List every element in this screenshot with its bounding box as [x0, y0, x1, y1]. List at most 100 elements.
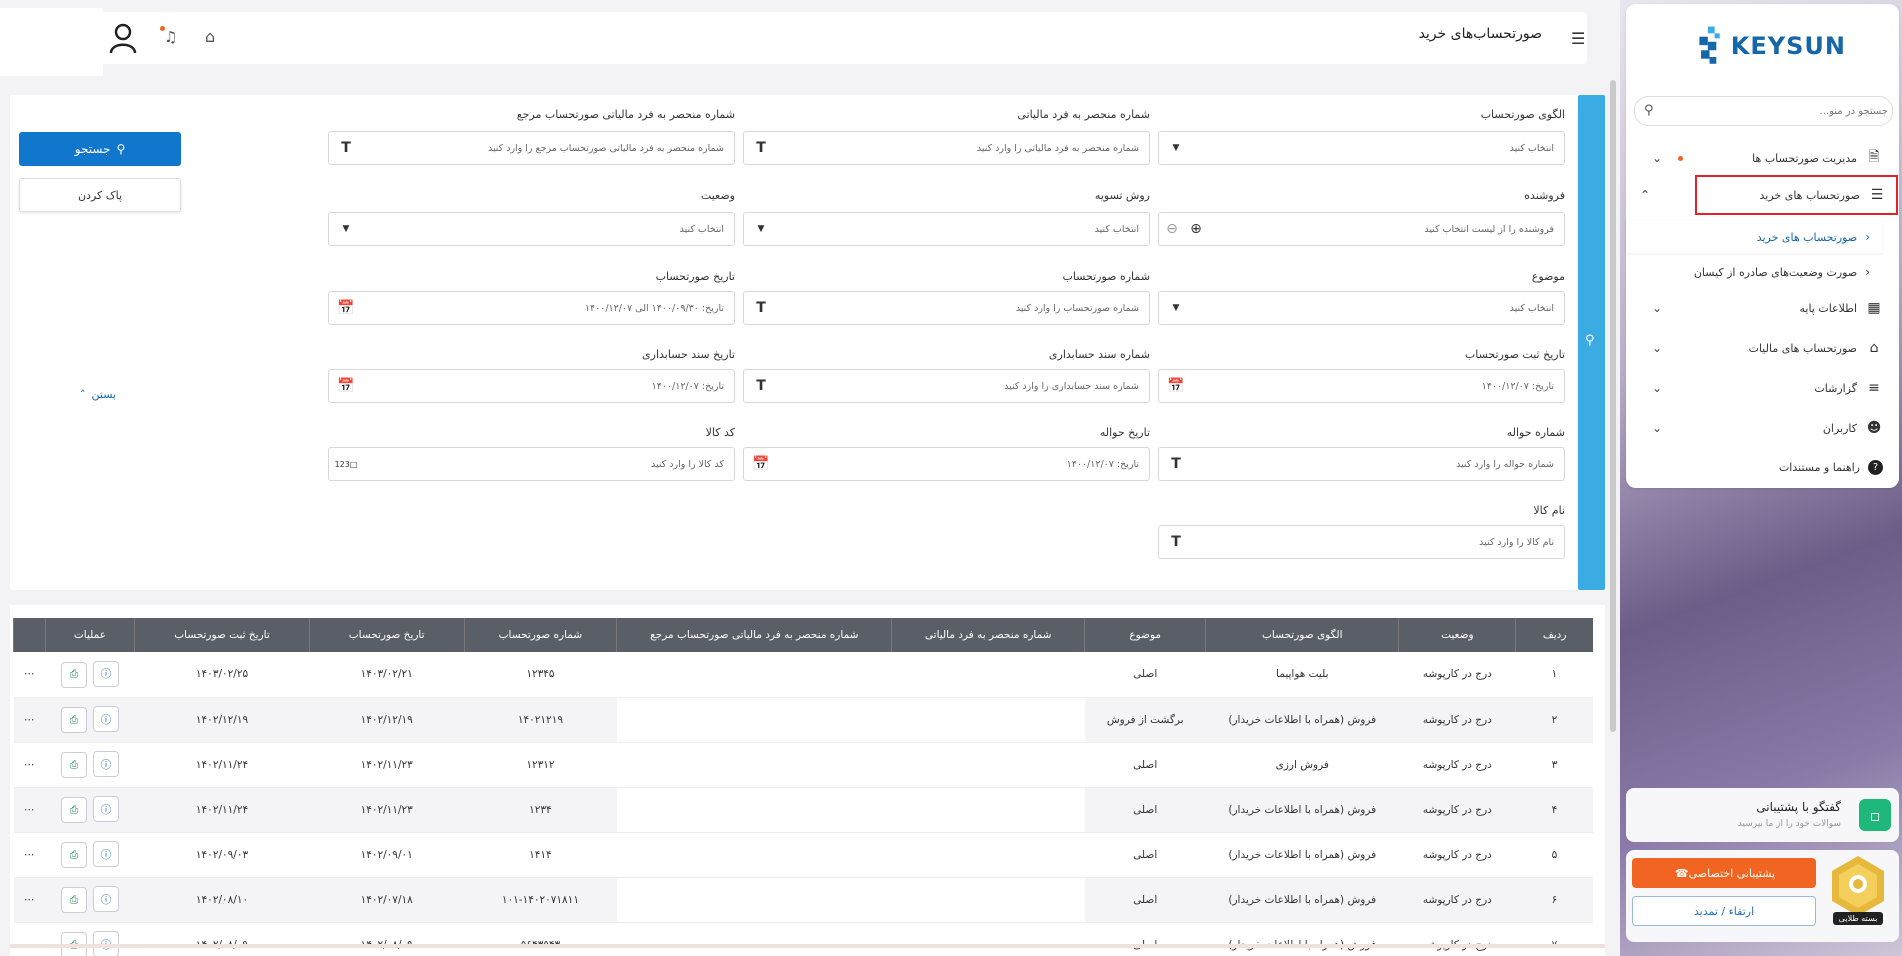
- more-options-icon[interactable]: ⋯: [13, 697, 46, 743]
- column-header-ref-tax-id[interactable]: شماره منحصر به فرد مالیاتی صورتحساب مرجع: [616, 618, 892, 652]
- brand-logo[interactable]: KEYSUN: [1696, 20, 1846, 72]
- column-header-row-number[interactable]: ردیف: [1515, 618, 1593, 652]
- remove-circle-icon[interactable]: ⊖: [1159, 221, 1185, 237]
- sidebar-item-base-info[interactable]: ▦ اطلاعات پایه ⌄: [1634, 290, 1893, 326]
- table-row[interactable]: ۲ درج در کارپوشه فروش (همراه با اطلاعات …: [13, 697, 1593, 743]
- table-row[interactable]: ۶ درج در کارپوشه فروش (همراه با اطلاعات …: [13, 877, 1593, 923]
- bell-icon[interactable]: ♫: [164, 28, 184, 48]
- menu-search-box[interactable]: ⚲: [1634, 96, 1893, 126]
- info-icon[interactable]: ⓘ: [92, 751, 119, 777]
- transfer-date-input[interactable]: تاریخ: ۱۴۰۰/۱۲/۰۷ 📅: [743, 447, 1150, 481]
- tax-id-input[interactable]: شماره منحصر به فرد مالیاتی را وارد کنید …: [743, 131, 1150, 165]
- calendar-icon[interactable]: 📅: [744, 456, 778, 472]
- exclusive-support-button[interactable]: ☎ پشتیبانی اختصاصی: [1632, 858, 1816, 888]
- print-icon[interactable]: ⎙: [60, 887, 87, 913]
- info-icon[interactable]: ⓘ: [92, 706, 119, 732]
- column-header-subject[interactable]: موضوع: [1084, 618, 1206, 652]
- search-button[interactable]: جستجو ⚲: [19, 132, 181, 166]
- cell-ref-tax-id: [616, 877, 892, 923]
- text-type-icon: T: [1171, 456, 1181, 472]
- chevron-down-icon[interactable]: ⌄: [1642, 301, 1662, 315]
- sidebar-item-purchase-invoices[interactable]: ☰ صورتحساب های خرید: [1695, 175, 1898, 215]
- more-options-icon[interactable]: ⋯: [13, 922, 46, 956]
- accounting-doc-date-input[interactable]: تاریخ: ۱۴۰۰/۱۲/۰۷ 📅: [328, 369, 735, 403]
- sidebar-subitem-label: صورت وضعیت‌های صادره از کیسان: [1693, 265, 1858, 279]
- column-header-invoice-number[interactable]: شماره صورتحساب: [463, 618, 617, 652]
- bottom-scroll-track[interactable]: [10, 944, 1605, 948]
- sidebar-item-help[interactable]: ? راهنما و مستندات: [1634, 449, 1893, 485]
- upgrade-renew-button[interactable]: ارتقاء / تمدید: [1632, 896, 1816, 926]
- user-profile-icon[interactable]: [108, 22, 138, 54]
- table-row[interactable]: ۵ درج در کارپوشه فروش (همراه با اطلاعات …: [13, 832, 1593, 878]
- collapse-label: بستن: [91, 388, 117, 401]
- home-icon[interactable]: ⌂: [205, 27, 225, 47]
- more-options-icon[interactable]: ⋯: [13, 652, 46, 698]
- product-name-input[interactable]: نام کالا را وارد کنید T: [1158, 525, 1565, 559]
- table-row[interactable]: ۷ درج در کارپوشه فروش (همراه با اطلاعات …: [13, 922, 1593, 956]
- sidebar-subitem-status-reports[interactable]: ‹ صورت وضعیت‌های صادره از کیسان: [1626, 256, 1882, 288]
- print-icon[interactable]: ⎙: [60, 797, 87, 823]
- page-scrollbar[interactable]: [1610, 80, 1616, 732]
- chevron-down-icon[interactable]: ⌄: [1642, 341, 1662, 355]
- grid-icon: ▦: [1867, 300, 1881, 316]
- accounting-doc-number-input[interactable]: شماره سند حسابداری را وارد کنید T: [743, 369, 1150, 403]
- sidebar-item-users[interactable]: ☻ کاربران ⌄: [1634, 410, 1893, 446]
- more-options-icon[interactable]: ⋯: [13, 832, 46, 878]
- info-icon[interactable]: ⓘ: [92, 660, 119, 687]
- sidebar-item-reports[interactable]: ≡ گزارشات ⌄: [1634, 370, 1893, 406]
- table-row[interactable]: ۳ درج در کارپوشه فروش ارزی اصلی ۱۲۳۱۲ ۱۴…: [13, 742, 1593, 788]
- settlement-method-select[interactable]: انتخاب کنید ▼: [743, 212, 1150, 246]
- info-icon[interactable]: ⓘ: [92, 796, 119, 822]
- invoice-number-input[interactable]: شماره صورتحساب را وارد کنید T: [743, 291, 1150, 325]
- more-options-icon[interactable]: ⋯: [13, 787, 46, 833]
- invoice-pattern-select[interactable]: انتخاب کنید ▼: [1158, 131, 1565, 165]
- sidebar-item-label: راهنما و مستندات: [1778, 460, 1860, 474]
- print-icon[interactable]: ⎙: [60, 752, 87, 778]
- status-select[interactable]: انتخاب کنید ▼: [328, 212, 735, 246]
- calendar-icon[interactable]: 📅: [329, 300, 363, 316]
- more-options-icon[interactable]: ⋯: [13, 877, 46, 923]
- table-row[interactable]: ۱ درج در کارپوشه بلیت هواپیما اصلی ۱۲۳۴۵…: [13, 652, 1593, 698]
- product-code-input[interactable]: کد کالا را وارد کنید □123: [328, 447, 735, 481]
- chevron-down-icon[interactable]: ⌄: [1642, 381, 1662, 395]
- add-circle-icon[interactable]: ⊕: [1185, 221, 1207, 237]
- print-icon[interactable]: ⎙: [60, 842, 87, 868]
- registration-date-input[interactable]: تاریخ: ۱۴۰۰/۱۲/۰۷ 📅: [1158, 369, 1565, 403]
- column-header-status[interactable]: وضعیت: [1398, 618, 1516, 652]
- menu-search-input[interactable]: [1663, 97, 1888, 125]
- info-icon[interactable]: ⓘ: [92, 886, 119, 912]
- subject-select[interactable]: انتخاب کنید ▼: [1158, 291, 1565, 325]
- info-icon[interactable]: ⓘ: [92, 841, 119, 867]
- sidebar-item-tax-invoices[interactable]: ⌂ صورتحساب های مالیات ⌄: [1634, 330, 1893, 366]
- chevron-down-icon[interactable]: ⌄: [1642, 151, 1662, 165]
- calendar-icon[interactable]: 📅: [1159, 378, 1193, 394]
- seller-input[interactable]: فروشنده را از لیست انتخاب کنید ⊕ ⊖: [1158, 212, 1565, 246]
- filter-toggle-strip[interactable]: ⚲: [1578, 95, 1605, 590]
- chevron-left-icon: ‹: [1865, 265, 1870, 279]
- invoice-icon: 🗎: [1868, 149, 1880, 165]
- more-options-icon[interactable]: ⋯: [13, 742, 46, 788]
- ref-tax-id-input[interactable]: شماره منحصر به فرد مالیاتی صورتحساب مرجع…: [328, 131, 735, 165]
- support-chat-card[interactable]: ▫ گفتگو با پشتیبانی سوالات خود را از ما …: [1626, 788, 1899, 842]
- column-header-invoice-date[interactable]: تاریخ صورتحساب: [308, 618, 464, 652]
- chevron-up-icon[interactable]: ⌃: [1640, 188, 1650, 202]
- search-icon[interactable]: ⚲: [1644, 103, 1654, 118]
- collapse-filters-link[interactable]: ˄ بستن: [80, 388, 116, 401]
- print-icon[interactable]: ⎙: [60, 661, 87, 688]
- cell-operations: ⓘ⎙: [45, 697, 135, 743]
- calendar-icon[interactable]: 📅: [329, 378, 363, 394]
- invoice-date-input[interactable]: تاریخ: ۱۴۰۰/۰۹/۳۰ الی ۱۴۰۰/۱۲/۰۷ 📅: [328, 291, 735, 325]
- cell-row-number: ۳: [1515, 742, 1593, 788]
- column-header-invoice-pattern[interactable]: الگوی صورتحساب: [1205, 618, 1399, 652]
- sidebar-subitem-purchase-invoices[interactable]: ‹ صورتحساب های خرید: [1626, 221, 1882, 253]
- hamburger-menu-icon[interactable]: ☰: [1571, 29, 1585, 48]
- transfer-number-input[interactable]: شماره حواله را وارد کنید T: [1158, 447, 1565, 481]
- clear-button[interactable]: پاک کردن: [19, 178, 181, 212]
- column-header-tax-id[interactable]: شماره منحصر به فرد مالیاتی: [891, 618, 1085, 652]
- print-icon[interactable]: ⎙: [60, 707, 87, 733]
- sidebar-item-invoice-management[interactable]: 🗎 مدیریت صورتحساب ها ⌄: [1634, 140, 1893, 176]
- cell-operations: ⓘ⎙: [45, 832, 135, 878]
- table-row[interactable]: ۴ درج در کارپوشه فروش (همراه با اطلاعات …: [13, 787, 1593, 833]
- column-header-registration-date[interactable]: تاریخ ثبت صورتحساب: [134, 618, 310, 652]
- chevron-down-icon[interactable]: ⌄: [1642, 421, 1662, 435]
